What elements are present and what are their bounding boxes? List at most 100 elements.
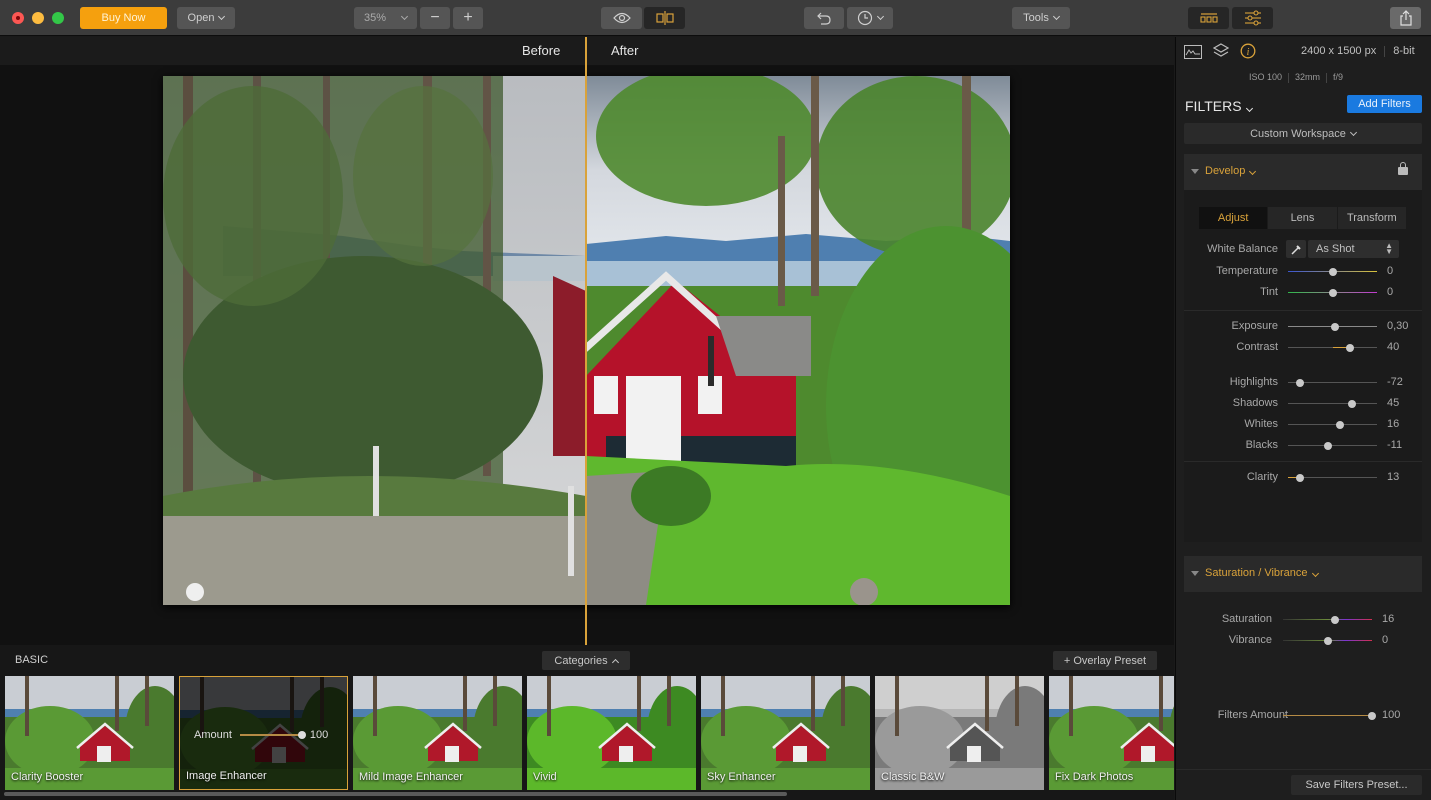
workspace-dropdown[interactable]: Custom Workspace bbox=[1184, 123, 1422, 144]
workspace-label: Custom Workspace bbox=[1250, 127, 1346, 140]
tools-menu-button[interactable]: Tools bbox=[1012, 7, 1070, 29]
compare-divider-handle[interactable] bbox=[585, 37, 587, 645]
open-button[interactable]: Open bbox=[177, 7, 235, 29]
undo-icon bbox=[817, 12, 831, 25]
white-balance-label: White Balance bbox=[1207, 243, 1278, 255]
save-filters-preset-button[interactable]: Save Filters Preset... bbox=[1291, 775, 1422, 795]
preset-thumbnail[interactable]: Mild Image Enhancer bbox=[353, 676, 522, 790]
adjust-sliders-button[interactable] bbox=[1232, 7, 1273, 29]
buy-now-button[interactable]: Buy Now bbox=[80, 7, 167, 29]
slider-knob[interactable] bbox=[1330, 616, 1339, 624]
add-filters-button[interactable]: Add Filters bbox=[1347, 95, 1422, 113]
filters-title: FILTERS bbox=[1185, 98, 1242, 114]
preset-thumbnail[interactable]: Image Enhancer Amount 100 bbox=[179, 676, 348, 790]
zoom-window-button[interactable] bbox=[52, 12, 64, 24]
adjust-sliders-icon bbox=[1244, 10, 1261, 26]
slider-track[interactable] bbox=[1283, 637, 1372, 645]
info-icon[interactable]: i bbox=[1240, 43, 1256, 59]
zoom-out-button[interactable]: − bbox=[420, 7, 450, 29]
chevron-down-icon bbox=[1245, 104, 1253, 113]
white-balance-select[interactable]: As Shot ▲ ▼ bbox=[1308, 240, 1399, 258]
tab-lens[interactable]: Lens bbox=[1268, 207, 1338, 229]
tools-label: Tools bbox=[1023, 12, 1049, 24]
slider-row-exposure: Exposure 0,30 bbox=[1176, 319, 1431, 335]
slider-value: 0,30 bbox=[1387, 320, 1409, 332]
slider-track[interactable] bbox=[1288, 268, 1377, 276]
slider-value: 16 bbox=[1387, 418, 1400, 430]
slider-track[interactable] bbox=[1288, 474, 1377, 482]
slider-knob[interactable] bbox=[1335, 421, 1344, 429]
preset-thumbnail[interactable]: Vivid bbox=[527, 676, 696, 790]
chevron-down-icon bbox=[876, 12, 885, 21]
slider-knob[interactable] bbox=[1348, 400, 1357, 408]
overlay-preset-button[interactable]: + Overlay Preset bbox=[1053, 651, 1157, 670]
collapse-triangle-icon[interactable] bbox=[1191, 571, 1199, 576]
slider-value: 0 bbox=[1387, 286, 1394, 298]
histogram-icon[interactable] bbox=[1184, 45, 1202, 59]
compare-split-icon bbox=[655, 11, 674, 25]
eyedropper-button[interactable] bbox=[1286, 240, 1306, 258]
lock-icon[interactable] bbox=[1398, 162, 1408, 175]
tab-transform[interactable]: Transform bbox=[1338, 207, 1407, 229]
preset-thumbnail[interactable]: Fix Dark Photos bbox=[1049, 676, 1174, 790]
zoom-level-value: 35% bbox=[364, 12, 387, 24]
preset-amount-slider[interactable] bbox=[239, 731, 306, 739]
layers-icon[interactable] bbox=[1213, 43, 1229, 59]
zoom-level-dropdown[interactable]: 35% bbox=[354, 7, 417, 29]
preview-button[interactable] bbox=[601, 7, 642, 29]
slider-track[interactable] bbox=[1288, 400, 1377, 408]
tab-adjust[interactable]: Adjust bbox=[1199, 207, 1269, 229]
svg-text:i: i bbox=[1247, 47, 1250, 58]
slider-knob[interactable] bbox=[1296, 474, 1305, 482]
slider-knob[interactable] bbox=[1368, 712, 1376, 720]
chevron-down-icon bbox=[1311, 569, 1319, 578]
categories-button[interactable]: Categories bbox=[542, 651, 630, 670]
before-label: Before bbox=[522, 43, 561, 58]
slider-track[interactable] bbox=[1288, 323, 1377, 331]
slider-track[interactable] bbox=[1283, 616, 1372, 624]
toolbar: Buy Now Open 35% − + Tools bbox=[0, 0, 1431, 36]
slider-knob[interactable] bbox=[1346, 344, 1355, 352]
slider-track[interactable] bbox=[1288, 421, 1377, 429]
slider-track[interactable] bbox=[1288, 442, 1377, 450]
compare-split-button[interactable] bbox=[644, 7, 685, 29]
slider-value: 0 bbox=[1387, 265, 1394, 277]
slider-label: Highlights bbox=[1229, 376, 1278, 388]
zoom-in-button[interactable]: + bbox=[453, 7, 483, 29]
slider-knob[interactable] bbox=[297, 731, 306, 739]
slider-knob[interactable] bbox=[1324, 442, 1333, 450]
presets-scrollbar[interactable] bbox=[4, 792, 787, 796]
develop-tabs: Adjust Lens Transform bbox=[1199, 207, 1407, 229]
saturation-section-header[interactable]: Saturation / Vibrance bbox=[1184, 556, 1422, 592]
slider-label: Temperature bbox=[1216, 265, 1278, 277]
develop-section-header[interactable]: Develop bbox=[1184, 154, 1422, 190]
slider-value: -72 bbox=[1387, 376, 1403, 388]
slider-knob[interactable] bbox=[1296, 379, 1305, 387]
slider-track[interactable] bbox=[1288, 379, 1377, 387]
slider-track[interactable] bbox=[1288, 344, 1377, 352]
slider-track[interactable] bbox=[1288, 289, 1377, 297]
slider-knob[interactable] bbox=[1323, 637, 1332, 645]
minimize-window-button[interactable] bbox=[32, 12, 44, 24]
layout-panels-button[interactable] bbox=[1188, 7, 1229, 29]
preset-thumbnail[interactable]: Clarity Booster bbox=[5, 676, 174, 790]
history-button[interactable] bbox=[847, 7, 893, 29]
filters-amount-slider[interactable] bbox=[1283, 712, 1376, 720]
preset-label: Mild Image Enhancer bbox=[359, 771, 463, 783]
slider-knob[interactable] bbox=[1328, 268, 1337, 276]
preset-thumbnail[interactable]: Classic B&W bbox=[875, 676, 1044, 790]
preset-thumbnail[interactable]: Sky Enhancer bbox=[701, 676, 870, 790]
filters-menu[interactable]: FILTERS bbox=[1185, 98, 1253, 114]
image-meta: 2400 x 1500 px 8-bit bbox=[1301, 45, 1415, 57]
filters-amount-value: 100 bbox=[1382, 709, 1401, 721]
undo-button[interactable] bbox=[804, 7, 844, 29]
slider-knob[interactable] bbox=[1331, 323, 1340, 331]
collapse-triangle-icon[interactable] bbox=[1191, 169, 1199, 174]
share-button[interactable] bbox=[1390, 7, 1421, 29]
slider-value: 45 bbox=[1387, 397, 1400, 409]
close-window-button[interactable] bbox=[12, 12, 24, 24]
slider-knob[interactable] bbox=[1328, 289, 1337, 297]
preset-label: Image Enhancer bbox=[186, 770, 267, 782]
filters-panel: i 2400 x 1500 px 8-bit ISO 100 32mm f/9 FIL… bbox=[1175, 37, 1431, 800]
up-down-chevron-icon: ▲ ▼ bbox=[1385, 241, 1393, 256]
